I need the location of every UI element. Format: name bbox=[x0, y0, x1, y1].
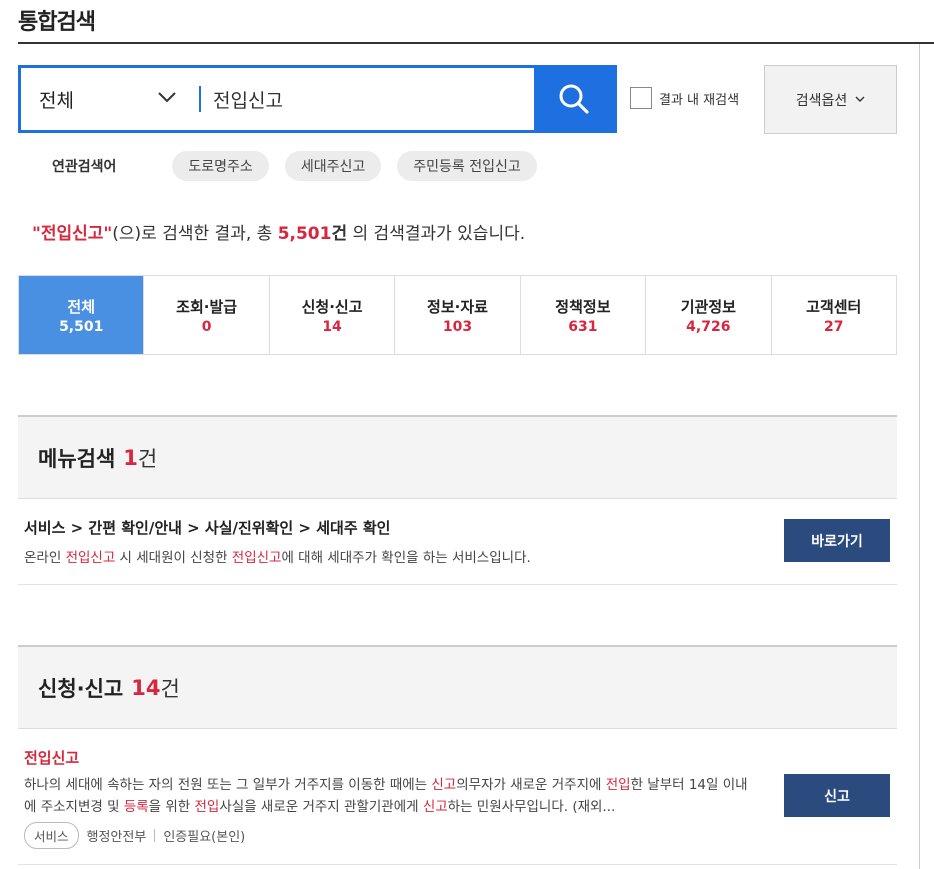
search-button[interactable] bbox=[534, 68, 614, 130]
checkbox-icon bbox=[630, 87, 652, 109]
category-tabs: 전체 5,501 조회·발급 0 신청·신고 14 정보·자료 103 정책정보… bbox=[18, 275, 897, 355]
section-unit: 건 bbox=[160, 676, 180, 701]
related-keyword-chip[interactable]: 세대주신고 bbox=[284, 151, 382, 181]
tab-label: 기관정보 bbox=[680, 297, 736, 316]
search-scope-value: 전체 bbox=[39, 89, 74, 112]
section-title: 메뉴검색 bbox=[38, 446, 116, 471]
tab-lookup-issue[interactable]: 조회·발급 0 bbox=[143, 276, 268, 354]
desc-highlight: 전입신고 bbox=[231, 550, 282, 566]
section-count: 14 bbox=[131, 675, 161, 700]
related-keywords: 연관검색어 도로명주소 세대주신고 주민등록 전입신고 bbox=[52, 151, 553, 181]
desc-highlight: 전입 bbox=[605, 777, 631, 793]
menu-path[interactable]: 서비스 > 간편 확인/안내 > 사실/진위확인 > 세대주 확인 bbox=[24, 517, 390, 538]
summary-text-tail: 의 검색결과가 있습니다. bbox=[347, 224, 526, 244]
desc-text: 에 대해 세대주가 확인을 하는 서비스입니다. bbox=[281, 550, 531, 566]
desc-highlight: 전입 bbox=[194, 799, 220, 815]
desc-text: 의무자가 새로운 거주지에 bbox=[456, 777, 606, 793]
meta-separator bbox=[154, 829, 156, 842]
tab-label: 전체 bbox=[67, 297, 96, 316]
service-org: 행정안전부 bbox=[86, 830, 147, 845]
chevron-down-icon bbox=[158, 92, 176, 103]
related-keyword-chip[interactable]: 주민등록 전입신고 bbox=[397, 151, 537, 181]
apply-section-header: 신청·신고 14 건 bbox=[18, 645, 897, 729]
summary-open-quote: " bbox=[32, 224, 41, 244]
menu-result-item: 서비스 > 간편 확인/안내 > 사실/진위확인 > 세대주 확인 온라인 전입… bbox=[18, 499, 897, 585]
summary-keyword: 전입신고 bbox=[40, 224, 104, 244]
search-box: 전체 전입신고 bbox=[18, 65, 617, 133]
summary-count: 5,501 bbox=[277, 224, 332, 244]
search-icon bbox=[559, 84, 589, 114]
tab-count: 631 bbox=[568, 318, 598, 335]
tab-count: 14 bbox=[322, 318, 342, 335]
service-title[interactable]: 전입신고 bbox=[24, 747, 79, 768]
desc-text: 하는 민원사무입니다. (재외... bbox=[447, 799, 616, 815]
tab-institution[interactable]: 기관정보 4,726 bbox=[645, 276, 770, 354]
tab-info-data[interactable]: 정보·자료 103 bbox=[394, 276, 519, 354]
tab-apply-report[interactable]: 신청·신고 14 bbox=[268, 276, 394, 354]
apply-button[interactable]: 신고 bbox=[784, 774, 890, 817]
menu-section-header: 메뉴검색 1건 bbox=[18, 415, 897, 499]
service-result-item: 전입신고 하나의 세대에 속하는 자의 전원 또는 그 일부가 거주지를 이동한… bbox=[18, 729, 897, 865]
right-divider bbox=[919, 44, 920, 869]
service-description: 하나의 세대에 속하는 자의 전원 또는 그 일부가 거주지를 이동한 때에는 … bbox=[24, 774, 759, 818]
page-title: 통합검색 bbox=[18, 10, 96, 35]
section-title: 신청·신고 bbox=[38, 676, 124, 701]
tab-count: 0 bbox=[201, 318, 212, 335]
search-input[interactable]: 전입신고 bbox=[201, 68, 534, 130]
tab-label: 고객센터 bbox=[806, 297, 862, 316]
search-options-label: 검색옵션 bbox=[795, 92, 848, 109]
desc-text: 을 위한 bbox=[148, 799, 195, 815]
desc-text: 하나의 세대에 속하는 자의 전원 또는 그 일부가 거주지를 이동한 때에는 bbox=[24, 777, 432, 793]
search-options-button[interactable]: 검색옵션 bbox=[764, 65, 897, 134]
summary-unit: 건 bbox=[331, 224, 348, 244]
tab-label: 정보·자료 bbox=[427, 297, 488, 316]
desc-text: 온라인 bbox=[24, 550, 66, 566]
desc-highlight: 신고 bbox=[422, 799, 448, 815]
desc-text: 사실을 새로운 거주지 관할기관에게 bbox=[219, 799, 423, 815]
section-unit: 건 bbox=[137, 446, 158, 471]
desc-highlight: 등록 bbox=[123, 799, 149, 815]
service-meta: 서비스 행정안전부 인증필요(본인) bbox=[24, 822, 245, 849]
search-scope-select[interactable]: 전체 bbox=[21, 68, 199, 130]
tab-policy[interactable]: 정책정보 631 bbox=[519, 276, 645, 354]
summary-close-quote: " bbox=[103, 224, 113, 244]
desc-text: 시 세대원이 신청한 bbox=[115, 550, 232, 566]
tab-all[interactable]: 전체 5,501 bbox=[19, 276, 144, 354]
related-keyword-chip[interactable]: 도로명주소 bbox=[172, 151, 269, 181]
service-type-badge: 서비스 bbox=[24, 822, 79, 849]
service-auth: 인증필요(본인) bbox=[163, 830, 246, 845]
related-keywords-label: 연관검색어 bbox=[52, 159, 117, 175]
refine-search-label: 결과 내 재검색 bbox=[659, 92, 740, 108]
tab-label: 조회·발급 bbox=[176, 297, 238, 316]
desc-highlight: 신고 bbox=[431, 777, 457, 793]
desc-highlight: 전입신고 bbox=[65, 550, 116, 566]
tab-label: 정책정보 bbox=[555, 297, 611, 316]
menu-description: 온라인 전입신고 시 세대원이 신청한 전입신고에 대해 세대주가 확인을 하는… bbox=[24, 546, 531, 566]
tab-count: 103 bbox=[442, 318, 473, 335]
tab-customer-center[interactable]: 고객센터 27 bbox=[770, 276, 896, 354]
tab-count: 27 bbox=[824, 318, 844, 335]
result-summary: "전입신고"(으)로 검색한 결과, 총 5,501건 의 검색결과가 있습니다… bbox=[32, 219, 525, 244]
summary-text: (으)로 검색한 결과, 총 bbox=[112, 224, 278, 244]
tab-count: 5,501 bbox=[59, 318, 104, 335]
tab-count: 4,726 bbox=[686, 318, 731, 335]
refine-search-checkbox[interactable]: 결과 내 재검색 bbox=[630, 87, 739, 109]
tab-label: 신청·신고 bbox=[301, 297, 363, 316]
title-divider bbox=[18, 42, 934, 44]
section-count: 1 bbox=[123, 445, 138, 470]
chevron-down-icon bbox=[855, 96, 865, 102]
go-button[interactable]: 바로가기 bbox=[784, 519, 890, 562]
